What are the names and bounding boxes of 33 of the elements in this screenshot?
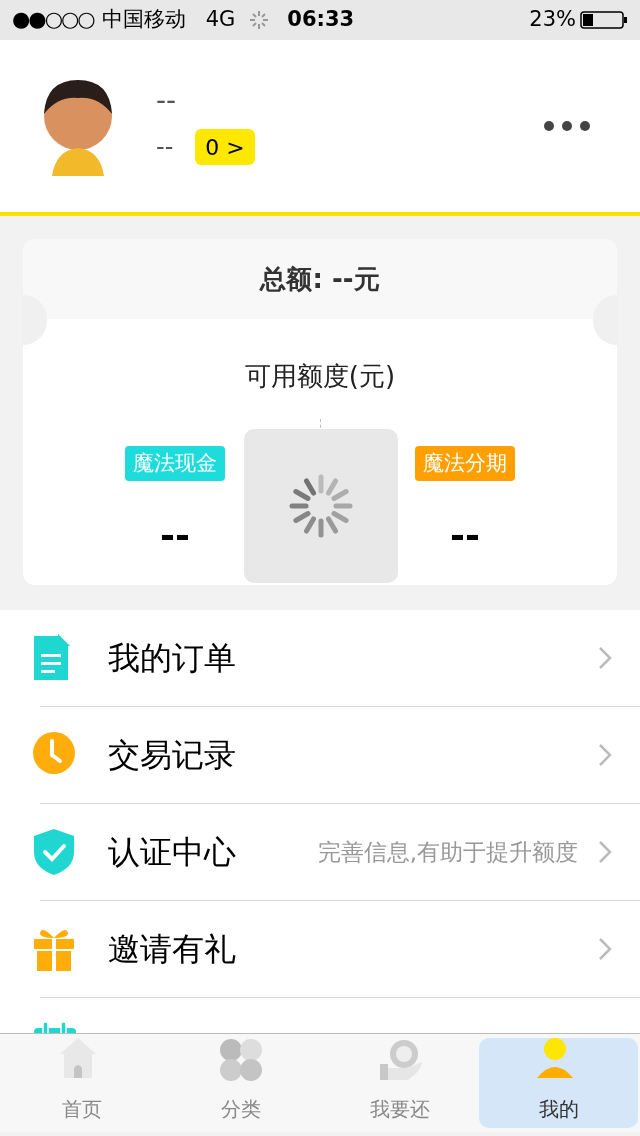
user-id: -- — [156, 132, 174, 163]
signal-strength-icon: ●●○○○ — [12, 4, 94, 36]
menu-hint: 完善信息,有助于提升额度 — [317, 837, 578, 867]
carrier-name: 中国移动 — [101, 6, 186, 34]
points-badge[interactable]: 0 > — [195, 129, 255, 165]
credit-value: -- — [450, 514, 480, 558]
chevron-right-icon — [598, 840, 612, 864]
chevron-right-icon — [598, 743, 612, 767]
menu-label: 交易记录 — [108, 735, 236, 776]
loading-icon — [249, 10, 270, 30]
chevron-right-icon — [598, 937, 612, 961]
product-tag: 魔法分期 — [415, 446, 515, 481]
battery-percentage: 23% — [529, 6, 576, 34]
credit-value: -- — [160, 514, 190, 558]
battery-icon — [580, 10, 628, 30]
product-tag: 魔法现金 — [125, 446, 225, 481]
hand-coin-icon — [377, 1038, 422, 1082]
total-amount: 总额: --元 — [260, 262, 380, 296]
more-icon[interactable] — [544, 121, 590, 131]
menu-item[interactable]: 认证中心 完善信息,有助于提升额度 — [0, 804, 640, 900]
user-name: -- — [156, 87, 178, 115]
menu-item[interactable]: 交易记录 — [0, 707, 640, 803]
menu-item[interactable]: 我的订单 — [0, 610, 640, 706]
chevron-right-icon — [598, 646, 612, 670]
available-credit-title: 可用额度(元) — [244, 360, 396, 393]
four-petal-icon — [218, 1038, 263, 1082]
menu-item[interactable]: 邀请有礼 — [0, 901, 640, 997]
menu-label: 我的订单 — [108, 638, 236, 679]
menu-label: 邀请有礼 — [108, 929, 236, 970]
clock: 06:33 — [287, 6, 355, 34]
network-type: 4G — [205, 6, 236, 34]
menu-label: 认证中心 — [108, 832, 236, 873]
tab-bar-item[interactable]: 我的 — [479, 1038, 638, 1128]
